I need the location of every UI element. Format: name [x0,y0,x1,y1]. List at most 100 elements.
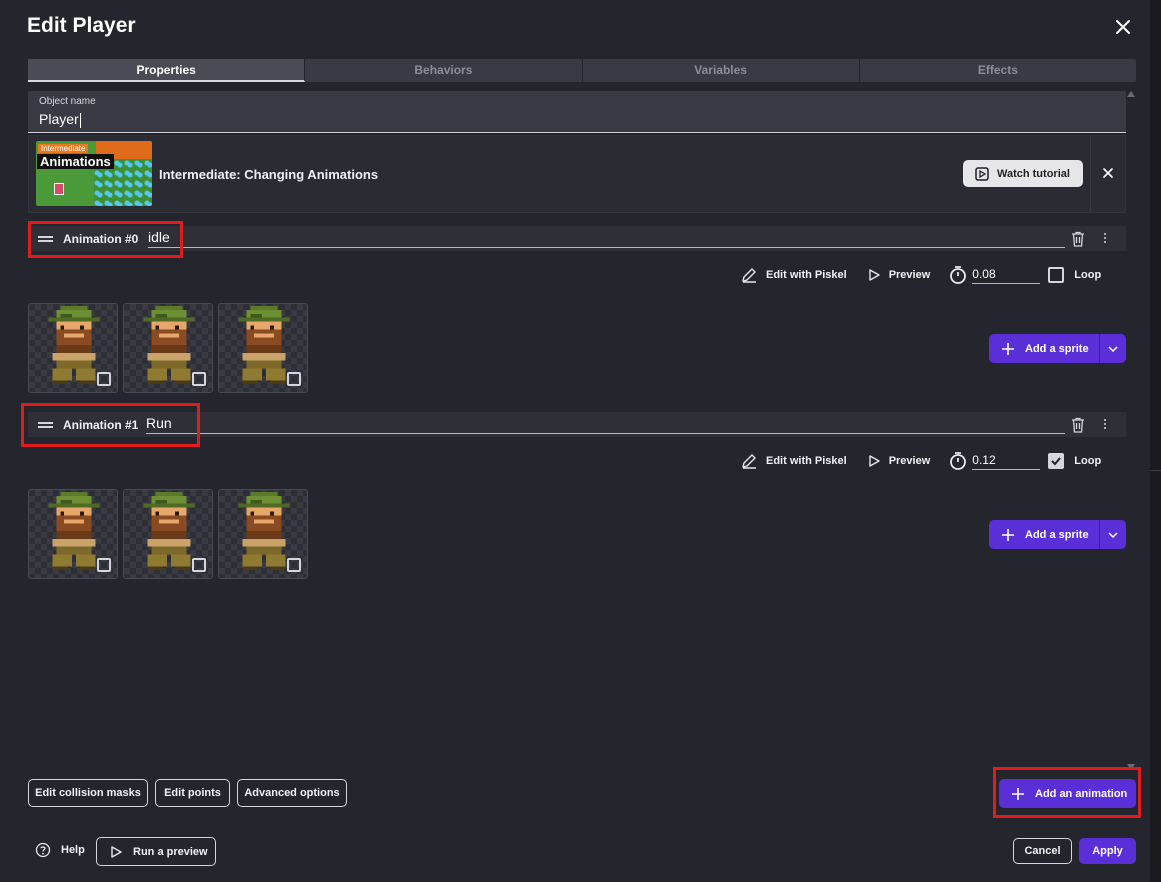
frame-time-input[interactable]: 0.12 [972,453,1041,470]
stopwatch-icon [950,452,967,470]
pencil-icon [742,454,756,469]
trash-icon[interactable] [1071,417,1085,433]
tab-bar: Properties Behaviors Variables Effects [28,59,1136,82]
close-icon[interactable] [1102,167,1114,179]
background-editor-strip [1150,0,1161,882]
play-icon [868,269,880,281]
pencil-icon [742,268,756,283]
tab-variables[interactable]: Variables [583,59,860,82]
tab-effects[interactable]: Effects [860,59,1136,82]
add-sprite-split-button: Add a sprite [989,334,1126,363]
animation-index-label: Animation #0 [63,232,139,246]
add-sprite-button[interactable]: Add a sprite [989,334,1099,363]
help-label: Help [61,844,85,856]
cancel-button[interactable]: Cancel [1013,838,1072,864]
loop-checkbox[interactable] [1048,453,1065,469]
play-box-icon [975,166,989,181]
plus-icon [1002,528,1014,541]
sprite-thumbnail[interactable] [123,303,213,393]
tutorial-title: Intermediate: Changing Animations [159,167,379,182]
object-name-label: Object name [39,96,96,107]
thumbnail-character [54,183,64,195]
object-name-field[interactable]: Object name Player [28,91,1126,133]
watch-tutorial-label: Watch tutorial [997,167,1070,180]
edit-object-dialog: Edit Player Properties Behaviors Variabl… [0,0,1150,882]
more-options-icon[interactable] [1101,233,1109,245]
watch-tutorial-button[interactable]: Watch tutorial [963,160,1083,187]
scroll-down-arrow[interactable] [1127,764,1135,770]
add-sprite-dropdown[interactable] [1099,520,1126,549]
sprite-thumbnail[interactable] [218,303,308,393]
preview-label: Preview [888,269,931,281]
thumbnail-title: Animations [37,154,114,169]
text-caret [79,112,81,128]
loop-checkbox[interactable] [1048,267,1065,283]
edit-with-piskel-button[interactable]: Edit with Piskel [740,452,847,470]
chevron-down-icon [1108,345,1118,352]
dialog-title: Edit Player [27,14,136,37]
add-sprite-split-button: Add a sprite [989,520,1126,549]
banner-separator [1090,136,1091,212]
sprite-list-1 [28,489,308,579]
advanced-options-button[interactable]: Advanced options [237,779,347,807]
add-sprite-label: Add a sprite [1025,528,1089,541]
sprite-thumbnail[interactable] [28,489,118,579]
apply-button[interactable]: Apply [1079,838,1136,864]
sprite-select-checkbox[interactable] [287,558,301,572]
animation-header-0: Animation #0 idle [28,226,1126,251]
edit-with-piskel-label: Edit with Piskel [766,269,847,281]
tutorial-banner: Intermediate Animations Intermediate: Ch… [28,135,1126,213]
add-animation-label: Add an animation [1035,787,1128,800]
sprite-select-checkbox[interactable] [192,558,206,572]
animation-name-input[interactable]: Run [146,415,1065,434]
sprite-select-checkbox[interactable] [287,372,301,386]
edit-with-piskel-button[interactable]: Edit with Piskel [740,266,847,284]
tutorial-thumbnail[interactable]: Intermediate Animations [36,141,152,206]
drag-handle-icon[interactable] [38,422,53,428]
checkmark-icon [1051,457,1062,466]
drag-handle-icon[interactable] [38,236,53,242]
preview-button[interactable]: Preview [867,454,930,468]
loop-label: Loop [1074,269,1102,281]
sprite-thumbnail[interactable] [218,489,308,579]
animation-header-1: Animation #1 Run [28,412,1126,437]
sprite-list-0 [28,303,308,393]
animation-name-input[interactable]: idle [148,229,1065,248]
edit-collision-masks-button[interactable]: Edit collision masks [28,779,148,807]
animation-index-label: Animation #1 [63,418,139,432]
thumbnail-tag: Intermediate [38,144,89,153]
close-icon[interactable] [1113,17,1133,37]
add-sprite-button[interactable]: Add a sprite [989,520,1099,549]
loop-label: Loop [1074,455,1102,467]
preview-button[interactable]: Preview [867,268,931,282]
plus-icon [1002,342,1014,355]
play-icon [868,455,880,467]
frame-time-input[interactable]: 0.08 [972,267,1041,284]
animation-toolbar-1: Edit with Piskel Preview 0.12 Loop [740,450,1120,472]
help-circle-icon [35,842,51,858]
add-sprite-dropdown[interactable] [1099,334,1126,363]
add-sprite-label: Add a sprite [1025,342,1089,355]
edit-points-button[interactable]: Edit points [155,779,230,807]
plus-icon [1012,787,1024,800]
sprite-select-checkbox[interactable] [97,558,111,572]
run-preview-button[interactable]: Run a preview [96,837,216,866]
animation-toolbar-0: Edit with Piskel Preview 0.08 Loop [740,264,1120,286]
run-preview-label: Run a preview [133,845,208,858]
more-options-icon[interactable] [1101,419,1109,431]
help-button[interactable]: Help [35,842,85,858]
add-animation-button[interactable]: Add an animation [999,779,1136,808]
chevron-down-icon [1108,531,1118,538]
trash-icon[interactable] [1071,231,1085,247]
sprite-thumbnail[interactable] [28,303,118,393]
play-icon [111,845,122,858]
object-name-value[interactable]: Player [39,111,79,127]
sprite-thumbnail[interactable] [123,489,213,579]
tab-properties[interactable]: Properties [28,59,306,82]
scroll-up-arrow[interactable] [1127,91,1135,97]
sprite-select-checkbox[interactable] [97,372,111,386]
tab-behaviors[interactable]: Behaviors [305,59,583,82]
stopwatch-icon [950,266,967,284]
sprite-select-checkbox[interactable] [192,372,206,386]
edit-with-piskel-label: Edit with Piskel [766,455,847,467]
